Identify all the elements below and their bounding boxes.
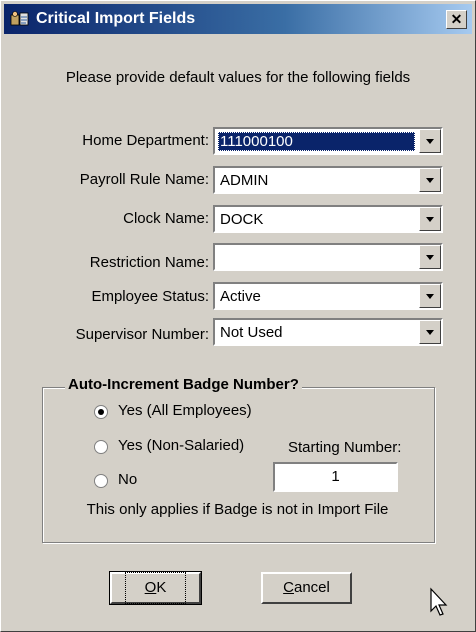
cancel-button[interactable]: Cancel [261, 572, 352, 604]
mouse-pointer-icon [430, 587, 448, 616]
supervisor-number-value: Not Used [220, 324, 283, 341]
clock-name-label: Clock Name: [123, 210, 209, 227]
payroll-rule-label: Payroll Rule Name: [79, 171, 209, 188]
employee-status-label: Employee Status: [91, 288, 209, 305]
chevron-down-icon[interactable] [419, 207, 441, 231]
chevron-down-icon[interactable] [419, 168, 441, 192]
badge-note: This only applies if Badge is not in Imp… [86, 501, 389, 518]
restriction-name-label: Restriction Name: [89, 254, 209, 271]
close-icon: ✕ [450, 11, 463, 27]
instruction-text: Please provide default values for the fo… [65, 69, 411, 86]
title-bar[interactable]: Critical Import Fields ✕ [4, 4, 472, 34]
chevron-down-icon[interactable] [419, 129, 441, 153]
supervisor-number-select[interactable]: Not Used [213, 318, 443, 346]
cancel-button-label: Cancel [283, 579, 330, 596]
radio-yes-all-employees[interactable] [94, 405, 108, 419]
window-title: Critical Import Fields [36, 10, 196, 27]
ok-button-label: OK [124, 572, 187, 604]
close-button[interactable]: ✕ [446, 10, 467, 29]
radio-yes-non-salaried[interactable] [94, 440, 108, 454]
payroll-rule-select[interactable]: ADMIN [213, 166, 443, 194]
clock-name-select[interactable]: DOCK [213, 205, 443, 233]
ok-button[interactable]: OK [109, 571, 202, 605]
dialog-window: Critical Import Fields ✕ Please provide … [0, 0, 476, 632]
radio-no[interactable] [94, 474, 108, 488]
home-department-value: 111000100 [218, 132, 415, 151]
badge-group-legend: Auto-Increment Badge Number? [65, 376, 302, 393]
starting-number-label: Starting Number: [288, 439, 402, 456]
payroll-rule-value: ADMIN [220, 172, 269, 189]
home-department-select[interactable]: 111000100 [213, 127, 443, 155]
radio-yes-all-employees-label[interactable]: Yes (All Employees) [118, 402, 252, 419]
restriction-name-value [218, 248, 415, 267]
chevron-down-icon[interactable] [419, 245, 441, 269]
employee-status-select[interactable]: Active [213, 282, 443, 310]
radio-no-label[interactable]: No [118, 471, 137, 488]
app-icon [10, 11, 29, 26]
chevron-down-icon[interactable] [419, 320, 441, 344]
home-department-label: Home Department: [82, 132, 209, 149]
restriction-name-select[interactable] [213, 243, 443, 271]
clock-name-value: DOCK [220, 211, 264, 228]
employee-status-value: Active [220, 288, 261, 305]
starting-number-input[interactable]: 1 [273, 462, 398, 492]
radio-yes-non-salaried-label[interactable]: Yes (Non-Salaried) [118, 437, 244, 454]
supervisor-number-label: Supervisor Number: [75, 326, 209, 343]
chevron-down-icon[interactable] [419, 284, 441, 308]
